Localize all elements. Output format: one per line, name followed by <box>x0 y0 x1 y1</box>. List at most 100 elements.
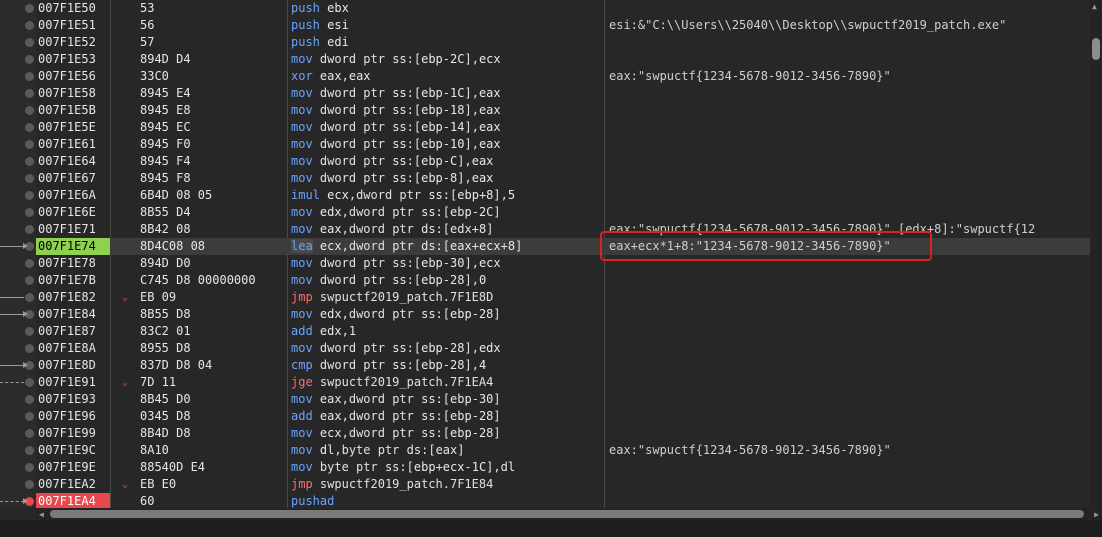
instruction-mnemonic: mov <box>291 426 313 440</box>
row-instruction: mov dl,byte ptr ds:[eax] <box>291 442 601 459</box>
instruction-mnemonic: push <box>291 18 320 32</box>
breakpoint-slot-icon[interactable] <box>25 395 34 404</box>
row-comment <box>609 0 1089 17</box>
breakpoint-slot-icon[interactable] <box>25 191 34 200</box>
disassembly-row[interactable]: 007F1E58 8945 E4 mov dword ptr ss:[ebp-1C]… <box>36 85 1090 102</box>
breakpoint-slot-icon[interactable] <box>25 123 34 132</box>
instruction-operands: dl,byte ptr ds:[eax] <box>319 443 465 457</box>
horizontal-scroll-thumb[interactable] <box>50 510 1084 518</box>
disassembly-row[interactable]: 007F1E84 8B55 D8 mov edx,dword ptr ss:[ebp… <box>36 306 1090 323</box>
disassembly-row[interactable]: 007F1E8A 8955 D8 mov dword ptr ss:[ebp-28]… <box>36 340 1090 357</box>
instruction-mnemonic: mov <box>291 341 313 355</box>
row-comment <box>609 357 1089 374</box>
row-bytes: 33C0 <box>140 69 169 83</box>
disassembly-row[interactable]: 007F1E6E 8B55 D4 mov edx,dword ptr ss:[ebp… <box>36 204 1090 221</box>
breakpoint-slot-icon[interactable] <box>25 293 34 302</box>
breakpoint-slot-icon[interactable] <box>25 89 34 98</box>
instruction-operands: swpuctf2019_patch.7F1E84 <box>319 477 494 491</box>
breakpoint-slot-icon[interactable] <box>25 259 34 268</box>
disassembly-row[interactable]: 007F1E7B C745 D8 00000000 mov dword ptr ss… <box>36 272 1090 289</box>
branch-arrow-icon <box>0 362 28 368</box>
breakpoint-gutter[interactable] <box>0 0 36 508</box>
row-address: 007F1E91 <box>38 375 96 389</box>
breakpoint-slot-icon[interactable] <box>25 327 34 336</box>
disassembly-row[interactable]: 007F1E9E 88540D E4 mov byte ptr ss:[ebp+ec… <box>36 459 1090 476</box>
breakpoint-slot-icon[interactable] <box>25 4 34 13</box>
instruction-operands: dword ptr ss:[ebp-14],eax <box>319 120 501 134</box>
disassembly-row[interactable]: 007F1E8D 837D D8 04 cmp dword ptr ss:[ebp-… <box>36 357 1090 374</box>
disassembly-row[interactable]: 007F1E56 33C0 xor eax,eax eax:"swpuctf{1234… <box>36 68 1090 85</box>
instruction-mnemonic: mov <box>291 443 313 457</box>
disassembly-row[interactable]: 007F1E6A 6B4D 08 05 imul ecx,dword ptr ss:… <box>36 187 1090 204</box>
row-address: 007F1E99 <box>38 426 96 440</box>
row-bytes: C745 D8 00000000 <box>140 273 256 287</box>
breakpoint-slot-icon[interactable] <box>25 38 34 47</box>
instruction-mnemonic: add <box>291 409 313 423</box>
branch-arrow-icon <box>0 382 24 384</box>
row-address: 007F1E9C <box>38 443 96 457</box>
instruction-operands: dword ptr ss:[ebp-28],edx <box>319 341 501 355</box>
row-address: 007F1E71 <box>38 222 96 236</box>
disassembly-row[interactable]: 007F1E67 8945 F8 mov dword ptr ss:[ebp-8],… <box>36 170 1090 187</box>
row-instruction: mov byte ptr ss:[ebp+ecx-1C],dl <box>291 459 601 476</box>
disassembly-row[interactable]: 007F1E9C 8A10 mov dl,byte ptr ds:[eax] eax:… <box>36 442 1090 459</box>
breakpoint-slot-icon[interactable] <box>25 446 34 455</box>
disassembly-row[interactable]: 007F1E93 8B45 D0 mov eax,dword ptr ss:[ebp… <box>36 391 1090 408</box>
instruction-mnemonic: lea <box>291 239 313 253</box>
breakpoint-slot-icon[interactable] <box>25 55 34 64</box>
instruction-operands: dword ptr ss:[ebp-8],eax <box>319 171 494 185</box>
breakpoint-slot-icon[interactable] <box>25 208 34 217</box>
row-comment <box>609 119 1089 136</box>
row-bytes: EB 09 <box>140 290 177 304</box>
disassembly-row[interactable]: 007F1E52 57 push edi <box>36 34 1090 51</box>
row-address: 007F1E93 <box>38 392 96 406</box>
instruction-mnemonic: mov <box>291 222 313 236</box>
scroll-right-icon[interactable]: ▶ <box>1094 510 1099 519</box>
breakpoint-slot-icon[interactable] <box>25 344 34 353</box>
horizontal-scrollbar[interactable]: ◀ ▶ <box>36 508 1102 520</box>
disassembly-row[interactable]: 007F1EA4 60 pushad <box>36 493 1090 508</box>
row-instruction: mov dword ptr ss:[ebp-C],eax <box>291 153 601 170</box>
breakpoint-slot-icon[interactable] <box>25 480 34 489</box>
instruction-mnemonic: mov <box>291 307 313 321</box>
breakpoint-slot-icon[interactable] <box>25 72 34 81</box>
disassembly-row[interactable]: 007F1E53 894D D4 mov dword ptr ss:[ebp-2C]… <box>36 51 1090 68</box>
disassembly-row[interactable]: 007F1E82 ⌄ EB 09 jmp swpuctf2019_patch.7F1E… <box>36 289 1090 306</box>
scroll-up-icon[interactable]: ▲ <box>1092 2 1097 11</box>
vertical-scrollbar[interactable]: ▲ <box>1090 0 1102 508</box>
breakpoint-slot-icon[interactable] <box>25 106 34 115</box>
disassembly-row[interactable]: 007F1E61 8945 F0 mov dword ptr ss:[ebp-10]… <box>36 136 1090 153</box>
disassembly-row[interactable]: 007F1E5E 8945 EC mov dword ptr ss:[ebp-14]… <box>36 119 1090 136</box>
row-comment <box>609 272 1089 289</box>
row-bytes: 53 <box>140 1 155 15</box>
scroll-left-icon[interactable]: ◀ <box>39 510 44 519</box>
instruction-operands: dword ptr ss:[ebp-28],4 <box>319 358 487 372</box>
breakpoint-slot-icon[interactable] <box>25 276 34 285</box>
disassembly-row[interactable]: 007F1E5B 8945 E8 mov dword ptr ss:[ebp-18]… <box>36 102 1090 119</box>
breakpoint-slot-icon[interactable] <box>25 463 34 472</box>
disassembly-row[interactable]: 007F1E91 ⌄ 7D 11 jge swpuctf2019_patch.7F1E… <box>36 374 1090 391</box>
row-bytes: 8A10 <box>140 443 169 457</box>
instruction-mnemonic: mov <box>291 103 313 117</box>
breakpoint-slot-icon[interactable] <box>25 174 34 183</box>
row-bytes: EB E0 <box>140 477 177 491</box>
instruction-operands: eax,dword ptr ss:[ebp-30] <box>319 392 501 406</box>
disassembly-row[interactable]: 007F1E64 8945 F4 mov dword ptr ss:[ebp-C],… <box>36 153 1090 170</box>
breakpoint-slot-icon[interactable] <box>25 429 34 438</box>
disassembly-row[interactable]: 007F1E51 56 push esi esi:&"C:\\Users\\25040… <box>36 17 1090 34</box>
disassembly-row[interactable]: 007F1E50 53 push ebx <box>36 0 1090 17</box>
breakpoint-slot-icon[interactable] <box>25 21 34 30</box>
breakpoint-slot-icon[interactable] <box>25 157 34 166</box>
row-bytes: 8B4D D8 <box>140 426 191 440</box>
row-address: 007F1E58 <box>38 86 96 100</box>
breakpoint-slot-icon[interactable] <box>25 412 34 421</box>
breakpoint-slot-icon[interactable] <box>25 225 34 234</box>
breakpoint-slot-icon[interactable] <box>25 140 34 149</box>
disassembly-row[interactable]: 007F1E99 8B4D D8 mov ecx,dword ptr ss:[ebp… <box>36 425 1090 442</box>
disassembly-row[interactable]: 007F1E87 83C2 01 add edx,1 <box>36 323 1090 340</box>
breakpoint-slot-icon[interactable] <box>25 378 34 387</box>
instruction-mnemonic: mov <box>291 273 313 287</box>
disassembly-row[interactable]: 007F1EA2 ⌄ EB E0 jmp swpuctf2019_patch.7F1E… <box>36 476 1090 493</box>
disassembly-row[interactable]: 007F1E96 0345 D8 add eax,dword ptr ss:[ebp… <box>36 408 1090 425</box>
vertical-scroll-thumb[interactable] <box>1092 38 1100 60</box>
